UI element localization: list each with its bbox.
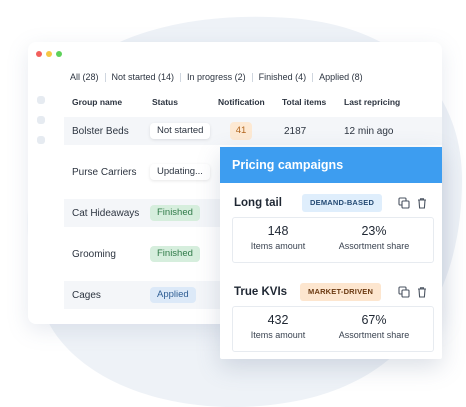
items-amount-value: 148 <box>267 224 289 238</box>
filter-in-progress[interactable]: In progress (2) <box>187 72 246 82</box>
table-row[interactable]: Bolster Beds Not started 41 2187 12 min … <box>64 117 442 145</box>
assortment-share-label: Assortment share <box>338 241 410 251</box>
rail-item[interactable] <box>37 116 45 124</box>
header-last-repricing[interactable]: Last repricing <box>344 97 400 107</box>
header-group-name[interactable]: Group name <box>72 97 122 107</box>
trash-icon[interactable] <box>416 286 428 298</box>
items-amount-value: 432 <box>267 313 289 327</box>
filter-not-started[interactable]: Not started (14) <box>112 72 175 82</box>
pricing-campaigns-panel: Pricing campaigns Long tail DEMAND-BASED… <box>220 147 442 359</box>
group-name: Grooming <box>72 249 116 260</box>
window-controls <box>36 51 62 57</box>
status-badge: Not started <box>150 123 211 139</box>
campaign-name: Long tail <box>234 197 282 209</box>
assortment-share-value: 67% <box>361 313 387 327</box>
group-name: Purse Carriers <box>72 167 137 178</box>
maximize-dot[interactable] <box>56 51 62 57</box>
campaign-stats: 148 Items amount 23% Assortment share <box>232 217 434 263</box>
assortment-share-stat: 67% Assortment share <box>329 313 419 340</box>
rail-item[interactable] <box>37 136 45 144</box>
minimize-dot[interactable] <box>46 51 52 57</box>
divider <box>180 72 182 82</box>
header-notification[interactable]: Notification <box>218 97 265 107</box>
assortment-share-stat: 23% Assortment share <box>329 224 419 251</box>
campaign-name: True KVIs <box>234 286 288 298</box>
group-name: Bolster Beds <box>72 126 129 137</box>
filter-applied[interactable]: Applied (8) <box>319 72 363 82</box>
group-name: Cages <box>72 290 101 301</box>
status-badge: Applied <box>150 287 196 303</box>
divider <box>312 72 314 82</box>
filter-all[interactable]: All (28) <box>70 72 99 82</box>
copy-icon[interactable] <box>398 197 410 209</box>
header-total-items[interactable]: Total items <box>282 97 326 107</box>
items-amount-stat: 148 Items amount <box>233 224 323 251</box>
trash-icon[interactable] <box>416 197 428 209</box>
header-status[interactable]: Status <box>152 97 178 107</box>
status-badge: Finished <box>150 246 200 262</box>
campaign-type-tag: DEMAND-BASED <box>302 194 383 212</box>
campaign-stats: 432 Items amount 67% Assortment share <box>232 306 434 352</box>
items-amount-stat: 432 Items amount <box>233 313 323 340</box>
left-rail <box>28 66 54 324</box>
close-dot[interactable] <box>36 51 42 57</box>
group-name: Cat Hideaways <box>72 208 140 219</box>
status-filter-bar: All (28) Not started (14) In progress (2… <box>70 72 363 82</box>
assortment-share-value: 23% <box>361 224 387 238</box>
last-repricing: 12 min ago <box>344 126 394 137</box>
total-items: 2187 <box>284 126 307 137</box>
panel-title: Pricing campaigns <box>220 147 442 183</box>
items-amount-label: Items amount <box>250 330 306 340</box>
items-amount-label: Items amount <box>250 241 306 251</box>
filter-finished[interactable]: Finished (4) <box>259 72 307 82</box>
rail-item[interactable] <box>37 96 45 104</box>
divider <box>104 72 106 82</box>
campaign-type-tag: MARKET-DRIVEN <box>300 283 382 301</box>
assortment-share-label: Assortment share <box>338 330 410 340</box>
divider <box>251 72 253 82</box>
copy-icon[interactable] <box>398 286 410 298</box>
notification-badge[interactable]: 41 <box>230 122 252 140</box>
status-badge: Finished <box>150 205 200 221</box>
status-badge: Updating... <box>150 164 210 180</box>
